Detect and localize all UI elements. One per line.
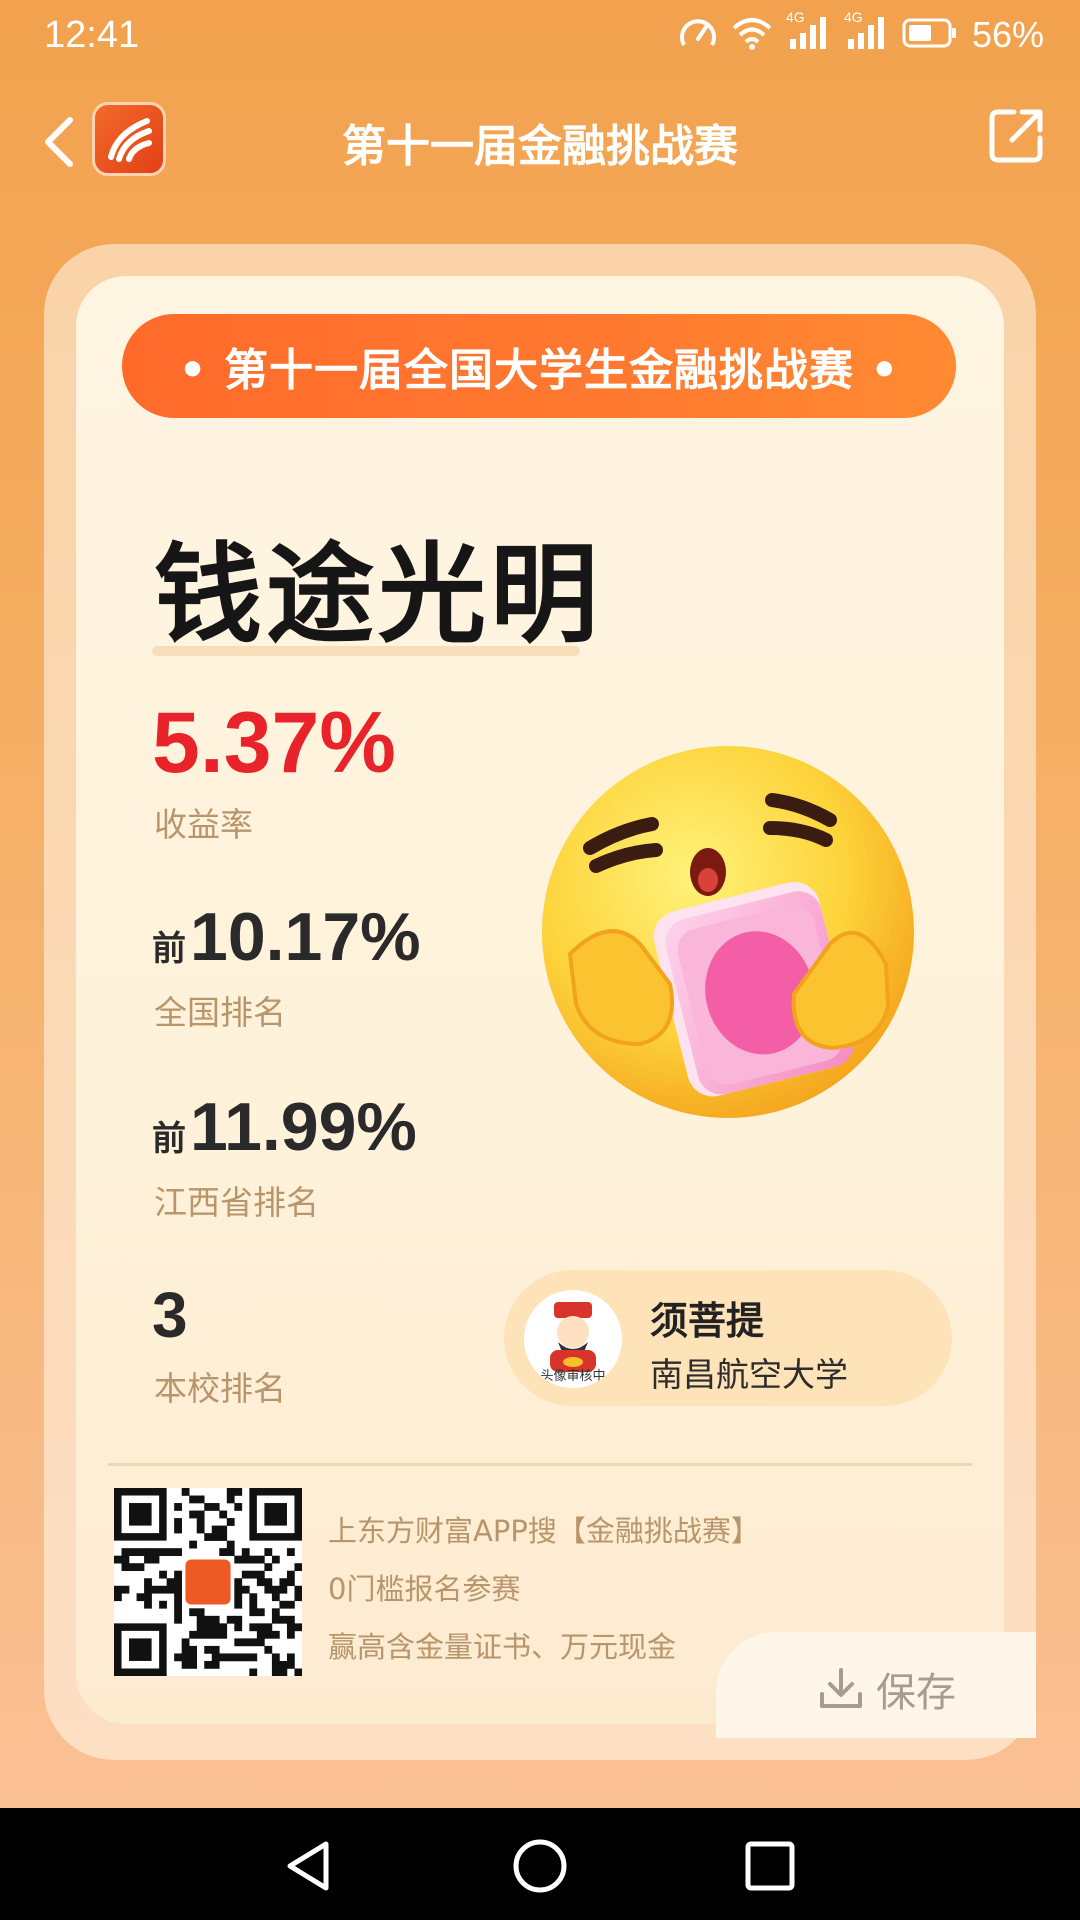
status-time: 12:41 (44, 14, 140, 56)
user-school: 南昌航空大学 (650, 1355, 848, 1394)
signal-4g-icon-2: 4G (844, 9, 888, 55)
circle-home-icon (513, 1839, 567, 1893)
system-nav-bar (0, 1808, 1080, 1920)
download-icon (820, 1668, 862, 1708)
national-rank-number: 10.17% (190, 899, 421, 975)
page-title: 第十一届金融挑战赛 (342, 121, 738, 172)
province-rank-number: 11.99% (190, 1089, 417, 1165)
province-rank-prefix: 前 (152, 1119, 186, 1159)
nav-recents-button[interactable] (740, 1836, 800, 1896)
return-rate-value: 5.37% (152, 695, 396, 791)
school-rank-label: 本校排名 (154, 1369, 286, 1408)
promo-line-1: 上东方财富APP搜【金融挑战赛】 (328, 1514, 760, 1548)
national-rank-prefix: 前 (152, 929, 186, 969)
return-rate-label: 收益率 (154, 805, 253, 844)
network-type-label: 4G (785, 9, 805, 25)
share-icon (989, 109, 1043, 163)
signal-4g-icon: 4G (786, 9, 830, 55)
result-headline: 钱途光明 (154, 533, 603, 658)
nav-home-button[interactable] (510, 1836, 570, 1896)
wifi-icon (732, 16, 772, 54)
user-name: 须菩提 (650, 1299, 765, 1343)
school-rank-value: 3 (152, 1279, 188, 1351)
nav-back-button[interactable] (280, 1836, 340, 1896)
province-rank-label: 江西省排名 (154, 1183, 319, 1222)
status-icons: 4G 4G 56% (678, 9, 1044, 56)
battery-percentage: 56% (971, 14, 1044, 55)
save-label: 保存 (876, 1670, 956, 1716)
national-rank-value: 前10.17% (152, 898, 421, 976)
triangle-back-icon (287, 1841, 329, 1891)
app-header: 第十一届金融挑战赛 (0, 92, 1080, 192)
province-rank-value: 前11.99% (152, 1088, 417, 1166)
qr-code (114, 1488, 303, 1677)
square-recents-icon (745, 1841, 795, 1891)
speed-icon (678, 15, 718, 55)
avatar-review-badge: 头像审核中 (540, 1369, 606, 1384)
network-type-label-2: 4G (843, 9, 863, 25)
promo-line-2: 0门槛报名参赛 (328, 1572, 521, 1606)
competition-banner: • 第十一届全国大学生金融挑战赛 • (122, 314, 956, 418)
money-hug-emoji-icon (540, 744, 916, 1120)
national-rank-label: 全国排名 (154, 993, 286, 1032)
share-button[interactable] (984, 104, 1048, 168)
qr-code-icon (114, 1488, 303, 1677)
divider (108, 1463, 972, 1466)
avatar[interactable]: 头像审核中 (524, 1290, 622, 1388)
promo-line-3: 赢高含金量证书、万元现金 (328, 1630, 677, 1664)
battery-icon (902, 17, 958, 53)
status-bar: 12:41 4G 4G 56% (0, 0, 1080, 80)
headline-underline (152, 646, 580, 656)
save-button[interactable]: 保存 (818, 1660, 956, 1718)
